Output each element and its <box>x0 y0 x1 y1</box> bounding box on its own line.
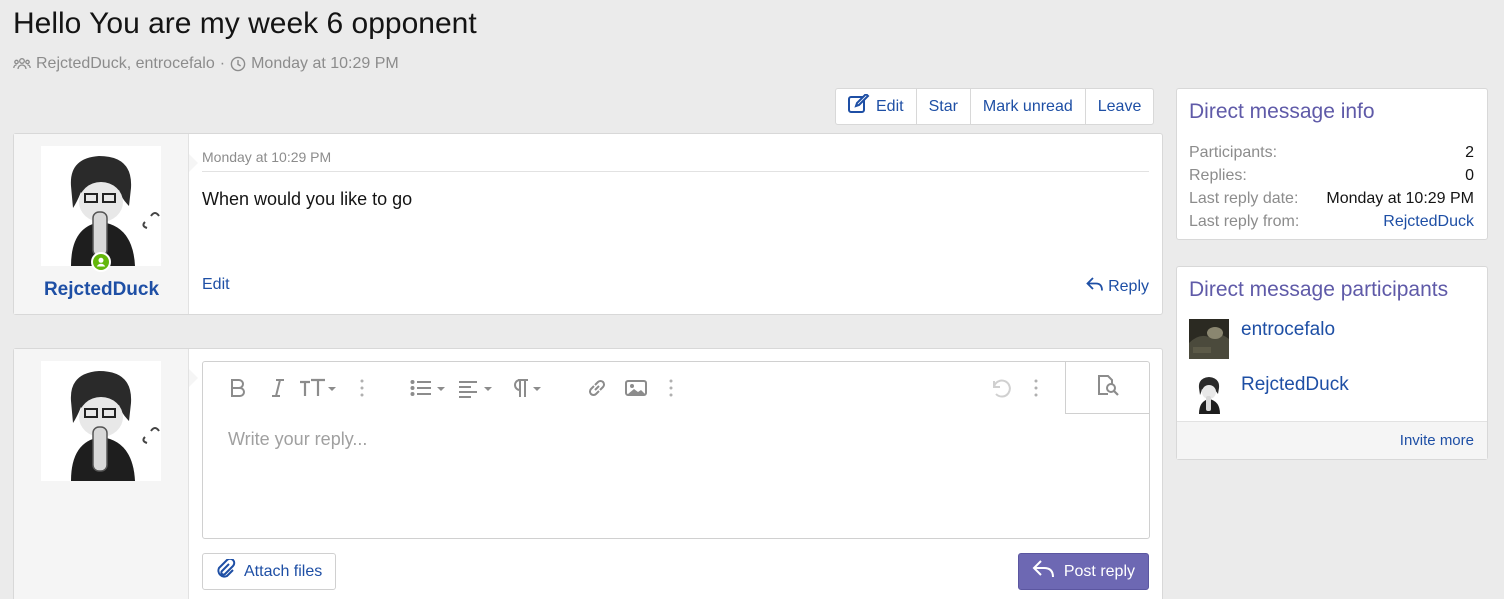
participant-item[interactable]: RejctedDuck <box>1189 374 1349 414</box>
leave-button[interactable]: Leave <box>1086 89 1154 124</box>
info-value: 0 <box>1465 167 1474 184</box>
avatar[interactable] <box>41 146 161 266</box>
paperclip-icon <box>216 557 236 584</box>
align-icon[interactable] <box>459 376 497 400</box>
info-row: Replies: 0 <box>1189 166 1474 189</box>
reply-arrow <box>189 369 198 387</box>
reply-form: Write your reply... Attach files Post re… <box>13 348 1163 599</box>
edit-label: Edit <box>876 97 904 115</box>
edit-icon <box>848 92 870 119</box>
image-icon[interactable] <box>625 376 647 400</box>
attach-files-button[interactable]: Attach files <box>202 553 337 590</box>
edit-button[interactable]: Edit <box>836 89 917 124</box>
info-key: Replies: <box>1189 167 1247 184</box>
message-author[interactable]: RejctedDuck <box>14 279 189 301</box>
reply-icon <box>1086 276 1104 297</box>
info-row: Last reply from: RejctedDuck <box>1189 212 1474 235</box>
more-vertical-icon[interactable] <box>360 376 364 400</box>
avatar[interactable] <box>1189 374 1229 414</box>
message: RejctedDuck Monday at 10:29 PM When woul… <box>13 133 1163 315</box>
participant-name[interactable]: RejctedDuck <box>1241 374 1349 396</box>
direct-message-info: Direct message info Participants: 2 Repl… <box>1176 88 1488 240</box>
post-reply-label: Post reply <box>1063 562 1135 580</box>
conversation-meta: RejctedDuck, entrocefalo · Monday at 10:… <box>13 55 399 73</box>
message-arrow <box>189 154 198 172</box>
bold-icon[interactable] <box>229 376 247 400</box>
participant-name[interactable]: entrocefalo <box>1241 319 1335 341</box>
info-list: Participants: 2 Replies: 0 Last reply da… <box>1189 143 1474 235</box>
info-key: Last reply from: <box>1189 213 1300 230</box>
participants-link[interactable]: RejctedDuck, entrocefalo <box>36 55 215 73</box>
mark-unread-button[interactable]: Mark unread <box>971 89 1086 124</box>
info-value: 2 <box>1465 144 1474 161</box>
info-row: Participants: 2 <box>1189 143 1474 166</box>
invite-more-link[interactable]: Invite more <box>1400 432 1474 449</box>
reply-label: Reply <box>1108 277 1149 295</box>
direct-message-participants: Direct message participants entrocefalo … <box>1176 266 1488 460</box>
clock-icon <box>230 56 246 72</box>
info-value: Monday at 10:29 PM <box>1326 190 1474 207</box>
page-title: Hello You are my week 6 opponent <box>13 7 477 40</box>
preview-icon <box>1096 374 1120 401</box>
last-reply-user-link[interactable]: RejctedDuck <box>1383 212 1474 235</box>
editor-toolbar <box>203 362 1149 414</box>
message-user-cell: RejctedDuck <box>14 134 189 314</box>
users-icon <box>13 57 31 71</box>
link-icon[interactable] <box>586 376 608 400</box>
meta-separator: · <box>219 55 226 72</box>
info-row: Last reply date: Monday at 10:29 PM <box>1189 189 1474 212</box>
message-body: When would you like to go <box>202 189 413 209</box>
online-status-icon <box>91 252 111 272</box>
undo-icon[interactable] <box>989 376 1013 400</box>
attach-label: Attach files <box>244 562 323 580</box>
avatar <box>41 361 161 481</box>
more-vertical-icon[interactable] <box>669 376 673 400</box>
conversation-date[interactable]: Monday at 10:29 PM <box>251 55 399 73</box>
more-vertical-icon[interactable] <box>1034 376 1038 400</box>
info-key: Last reply date: <box>1189 190 1299 207</box>
reply-editor[interactable]: Write your reply... <box>202 361 1150 539</box>
reply-input[interactable]: Write your reply... <box>228 429 367 450</box>
avatar[interactable] <box>1189 319 1229 359</box>
participants-heading: Direct message participants <box>1189 278 1449 301</box>
preview-button[interactable] <box>1065 362 1149 414</box>
paragraph-icon[interactable] <box>510 376 546 400</box>
message-date[interactable]: Monday at 10:29 PM <box>202 149 331 165</box>
reply-user-cell <box>14 349 189 599</box>
participants-footer: Invite more <box>1177 421 1487 459</box>
message-edit-link[interactable]: Edit <box>202 276 230 294</box>
list-icon[interactable] <box>410 376 448 400</box>
italic-icon[interactable] <box>271 376 285 400</box>
reply-icon <box>1032 559 1056 584</box>
divider <box>202 171 1149 172</box>
info-heading: Direct message info <box>1189 100 1375 123</box>
message-reply-link[interactable]: Reply <box>1086 276 1149 297</box>
participant-item[interactable]: entrocefalo <box>1189 319 1335 359</box>
conversation-actions: Edit Star Mark unread Leave <box>835 88 1155 125</box>
info-key: Participants: <box>1189 144 1278 161</box>
text-size-icon[interactable] <box>299 376 339 400</box>
star-button[interactable]: Star <box>917 89 971 124</box>
post-reply-button[interactable]: Post reply <box>1017 553 1149 590</box>
